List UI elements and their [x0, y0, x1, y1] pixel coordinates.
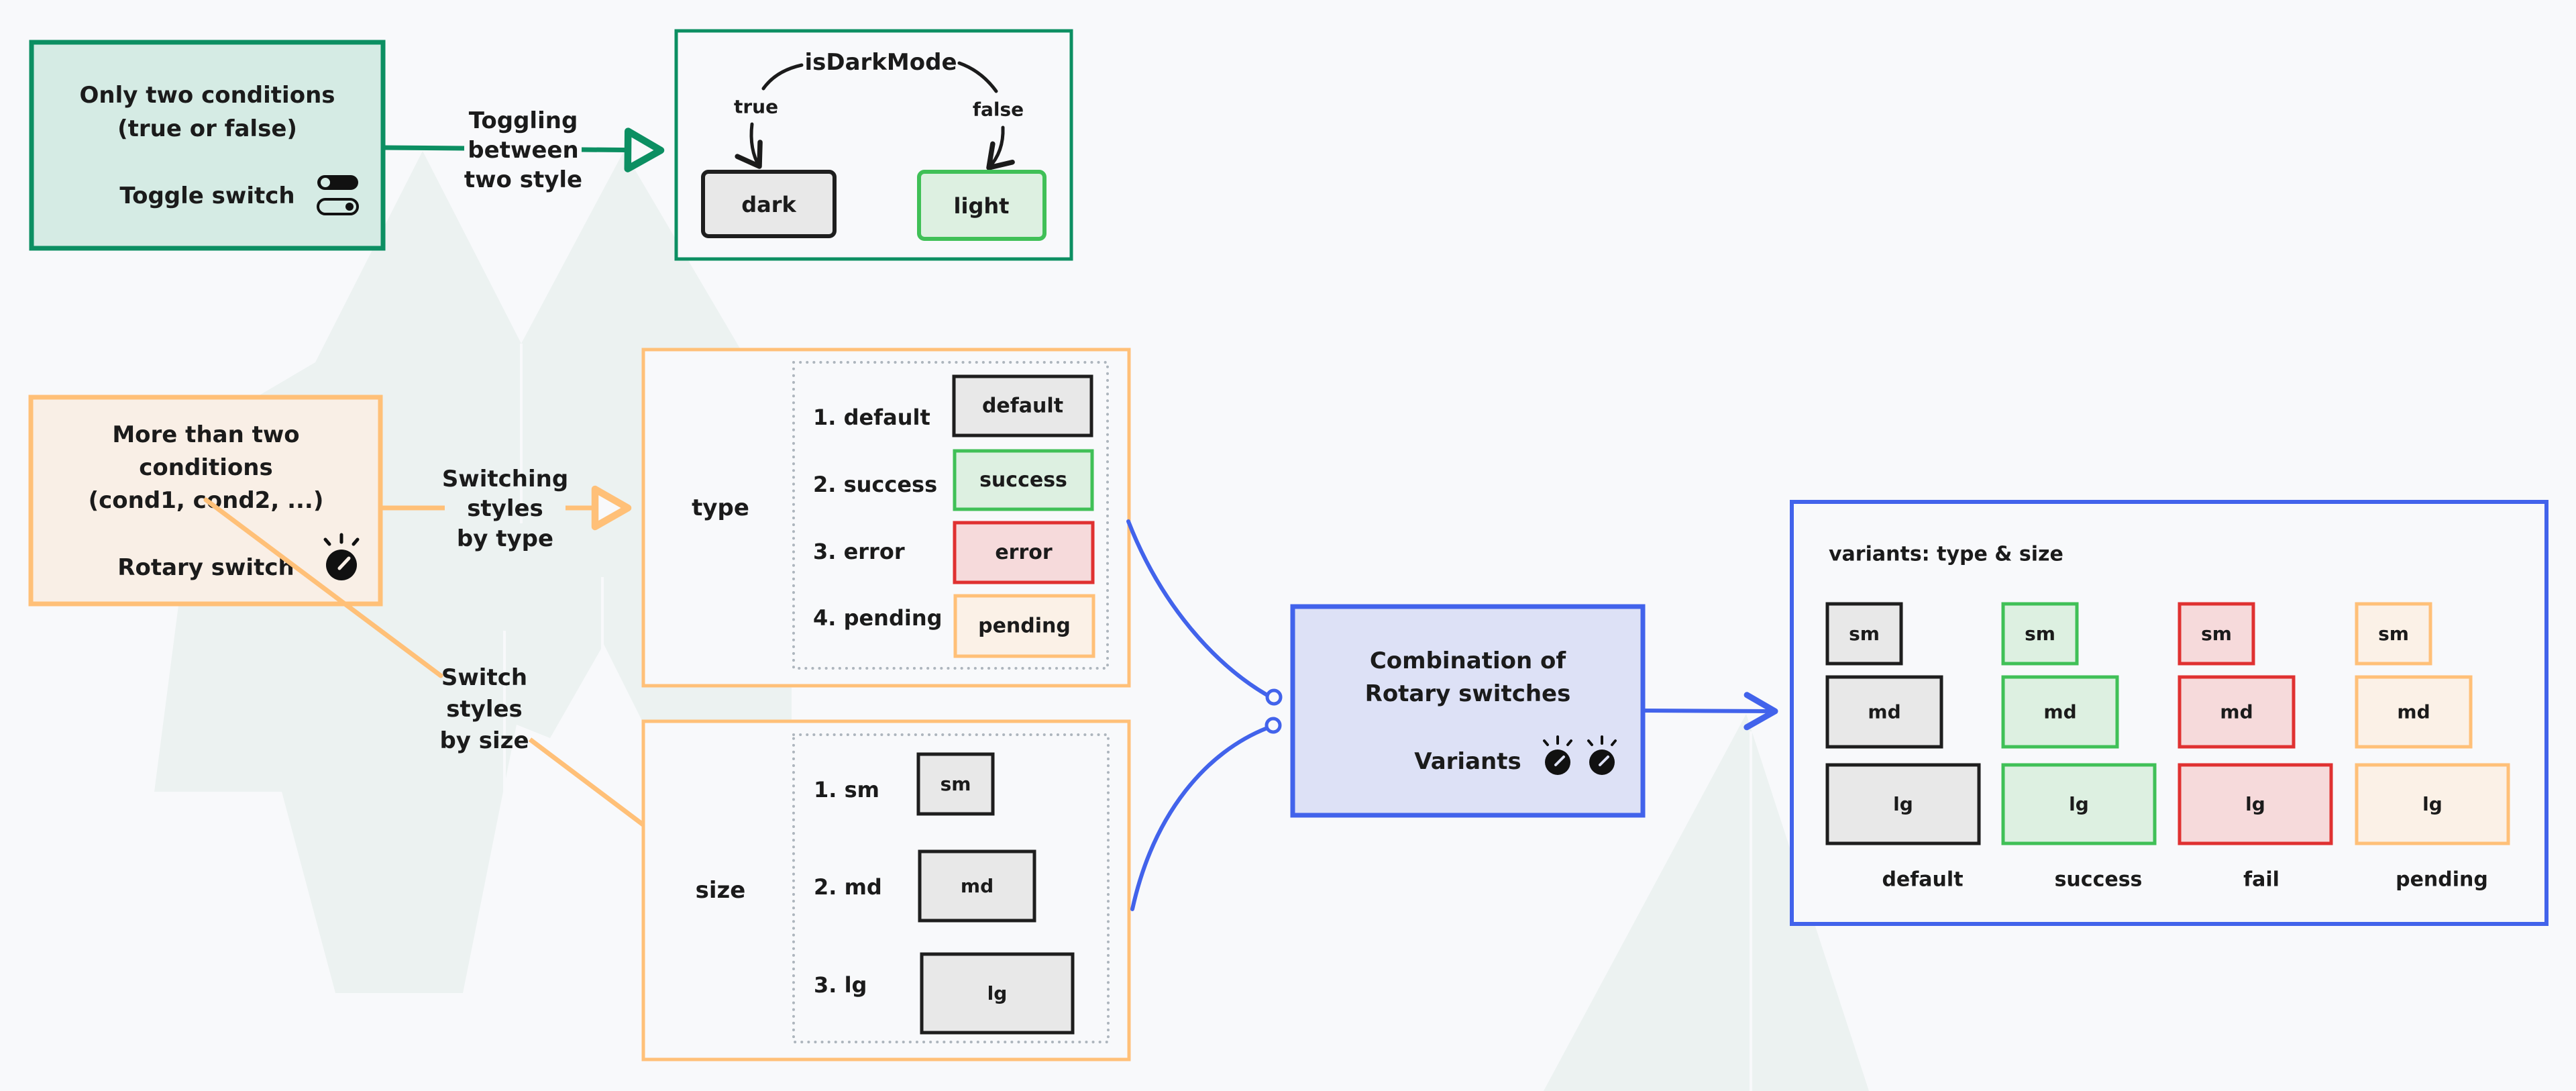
connector-endpoint	[1265, 717, 1282, 734]
size-option-label: 1. sm	[814, 777, 879, 802]
variant-column-label: success	[2055, 868, 2143, 892]
toggle-arrow-label-2: between	[468, 137, 578, 164]
variant-chip-label: sm	[2201, 623, 2232, 645]
variant-column-label: fail	[2243, 868, 2279, 892]
dark-mode-panel: isDarkMode true false dark light	[674, 29, 1073, 261]
variant-chip-label: sm	[2378, 623, 2409, 645]
variant-chip-label: sm	[2025, 623, 2055, 645]
variant-column-label: default	[1882, 868, 1963, 892]
type-option-label: 1. default	[813, 405, 930, 430]
type-arrow-label-2: styles	[467, 495, 543, 522]
combination-box: Combination of Rotary switches Variants	[1290, 604, 1778, 818]
variants-panel-title: variants: type & size	[1829, 543, 2063, 566]
dark-style-label: dark	[741, 192, 796, 217]
type-arrow-label-3: by type	[457, 525, 553, 552]
size-option-label: 2. md	[814, 874, 882, 900]
type-option-label: 3. error	[813, 539, 905, 564]
toggle-box-line2: (true or false)	[117, 115, 297, 142]
type-option-label: 2. success	[813, 472, 937, 497]
variant-chip-label: lg	[2422, 793, 2443, 815]
variants-panel: variants: type & size sm md lg default sm md l…	[1790, 500, 2548, 926]
size-option-label: 3. lg	[814, 972, 867, 998]
diagram-canvas: Only two conditions (true or false) Togg…	[28, 29, 2548, 1091]
combination-line1: Combination of	[1370, 647, 1567, 674]
true-label: true	[734, 96, 778, 118]
variant-chip-label: lg	[2069, 793, 2089, 815]
combo-connectors	[1126, 519, 1283, 911]
variant-chip-label: lg	[2245, 793, 2265, 815]
size-arrow-label-3: by size	[439, 727, 529, 754]
variant-chip-label: lg	[1893, 793, 1913, 815]
combination-caption: Variants	[1414, 748, 1521, 775]
dark-mode-variable: isDarkMode	[804, 49, 957, 76]
type-panel: type 1. default default 2. success success 3…	[641, 348, 1131, 688]
type-arrow-label-1: Switching	[442, 466, 568, 492]
false-label: false	[973, 99, 1024, 121]
toggle-box-caption: Toggle switch	[119, 183, 294, 209]
connector-endpoint	[1265, 688, 1283, 706]
type-chip-label: pending	[978, 615, 1071, 638]
combination-box-frame	[1290, 604, 1646, 818]
variant-chip-label: md	[2397, 701, 2430, 723]
rotary-box-line1: More than two	[112, 421, 299, 448]
type-chip-label: default	[982, 395, 1063, 418]
size-chip-label: sm	[941, 773, 971, 795]
toggle-arrow-label-1: Toggling	[469, 107, 578, 134]
size-panel-title: size	[696, 877, 746, 904]
size-arrow-label-1: Switch	[441, 664, 527, 691]
variant-chip-label: md	[2043, 701, 2076, 723]
type-to-combo-curve	[1126, 519, 1269, 697]
size-chip-label: md	[961, 875, 994, 897]
type-panel-title: type	[692, 495, 749, 521]
variant-chip-label: md	[2220, 701, 2253, 723]
toggle-switch-box: Only two conditions (true or false) Togg…	[29, 40, 386, 251]
size-chip-label: lg	[987, 982, 1008, 1004]
variant-chip-label: md	[1868, 701, 1900, 723]
combination-line2: Rotary switches	[1365, 680, 1571, 707]
type-chip-label: success	[979, 468, 1067, 492]
rotary-box-line2: conditions	[139, 454, 272, 481]
size-to-combo-curve	[1130, 726, 1269, 911]
type-option-label: 4. pending	[813, 605, 943, 631]
variant-column-label: pending	[2396, 868, 2488, 892]
variant-chip-label: sm	[1849, 623, 1880, 645]
toggle-box-line1: Only two conditions	[79, 82, 335, 109]
size-arrow-label-2: styles	[446, 696, 523, 723]
type-chip-label: error	[995, 541, 1053, 564]
light-style-label: light	[954, 193, 1010, 219]
toggle-box-frame	[29, 40, 386, 251]
toggle-arrow-label-3: two style	[464, 166, 582, 193]
rotary-box-caption: Rotary switch	[117, 554, 294, 581]
size-panel: size 1. sm sm 2. md md 3. lg lg	[641, 719, 1131, 1061]
